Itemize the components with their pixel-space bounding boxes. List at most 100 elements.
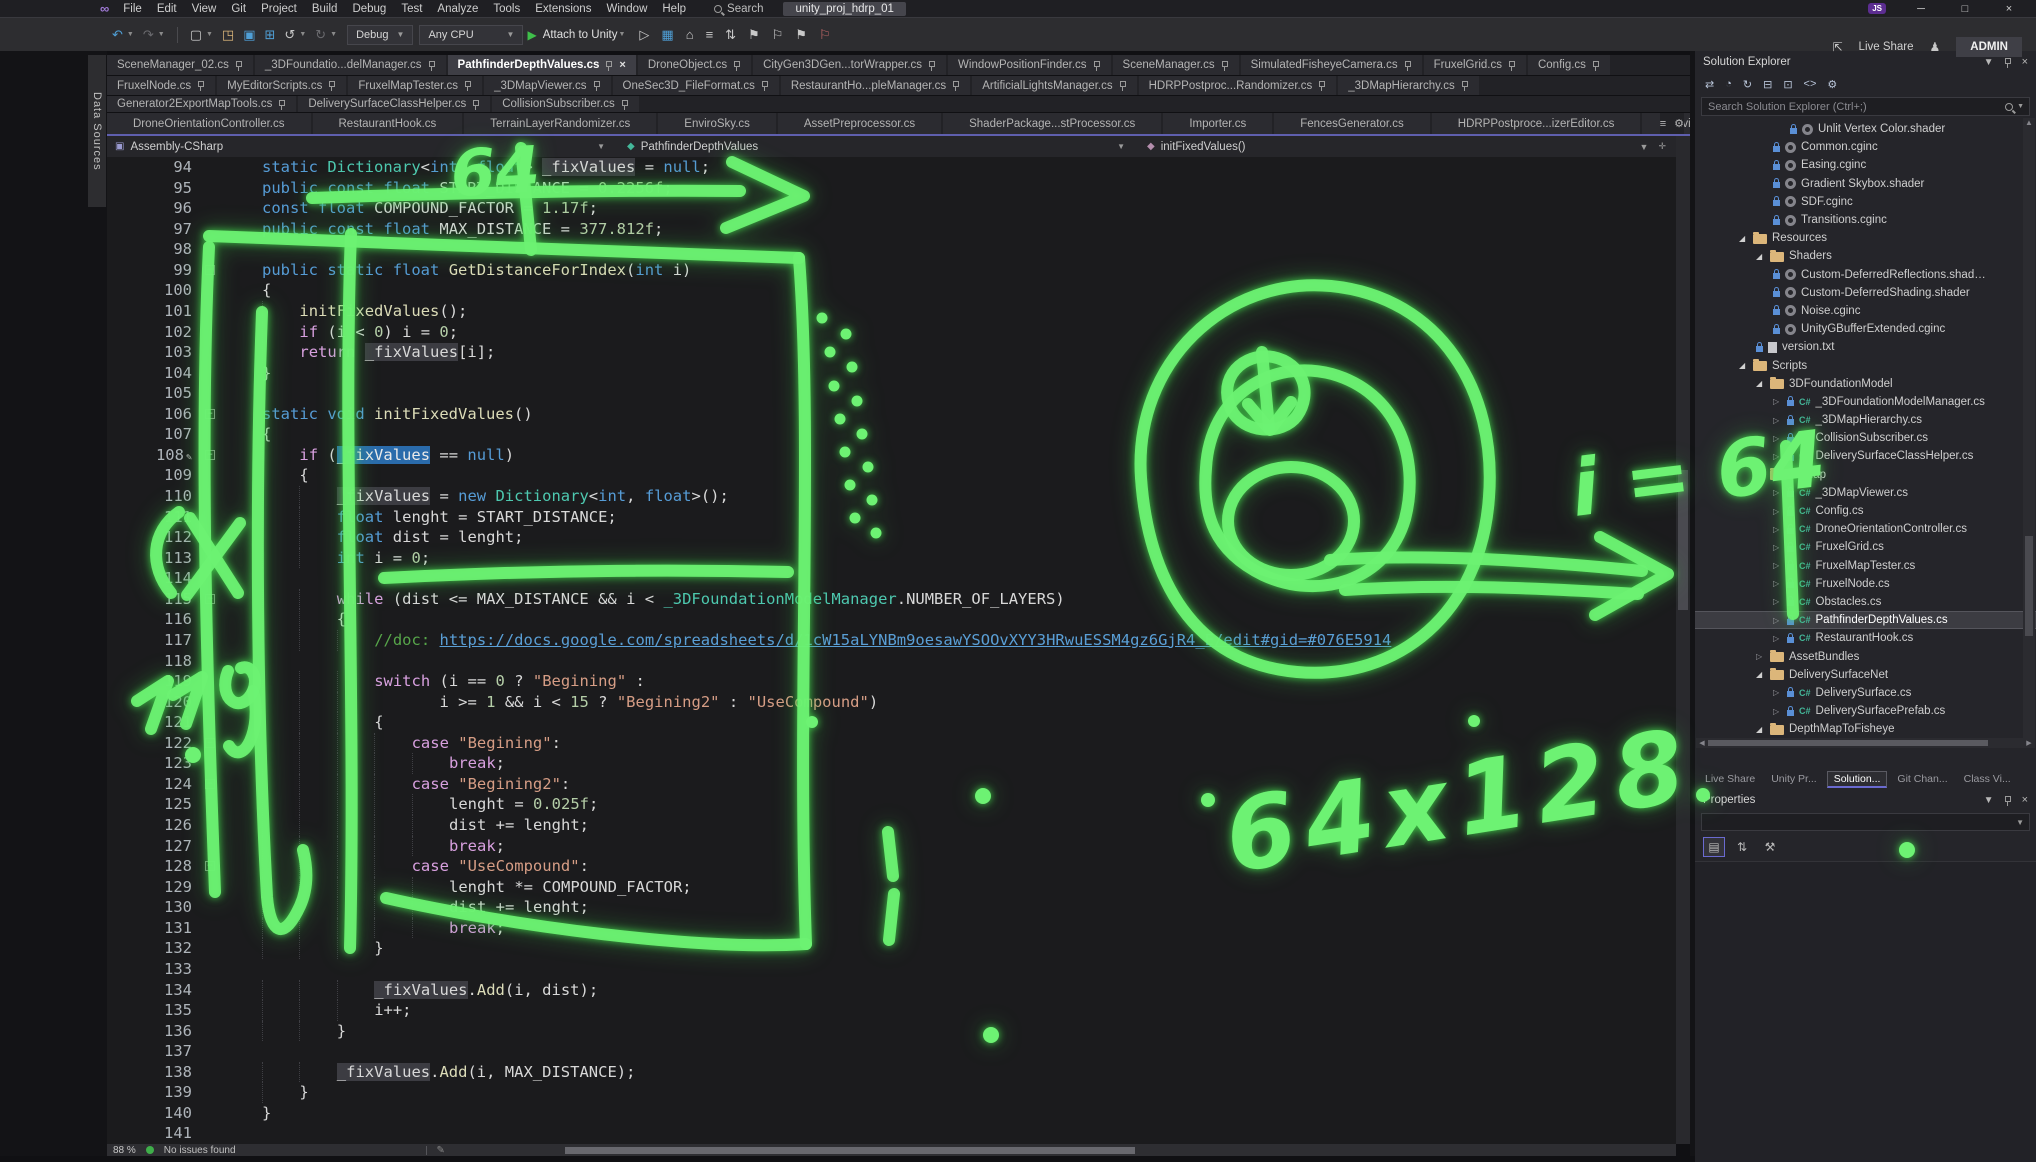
menu-git[interactable]: Git <box>231 3 246 15</box>
properties-tool-icon[interactable]: ⚙ <box>1827 78 1837 91</box>
property-pages-icon[interactable]: ⚒ <box>1759 837 1781 857</box>
editor-vertical-scrollbar[interactable] <box>1676 136 1690 1144</box>
tab-assetpreprocessor-cs[interactable]: AssetPreprocessor.cs <box>778 113 941 134</box>
tab-windowpositionfinder-cs[interactable]: WindowPositionFinder.cs <box>948 55 1110 75</box>
breadcrumb-member[interactable]: ◆ initFixedValues() <box>1139 136 1639 157</box>
sync-with-active-document-icon[interactable]: ⇄ <box>1705 78 1714 91</box>
expander-open-icon[interactable]: ◢ <box>1756 379 1765 388</box>
expander-closed-icon[interactable]: ▷ <box>1773 507 1782 516</box>
tree-item-sdf-cginc[interactable]: SDF.cginc <box>1695 193 2036 211</box>
tree-item-depthmaptofisheye[interactable]: ◢DepthMapToFisheye <box>1695 720 2036 738</box>
tab-config-cs[interactable]: Config.cs <box>1528 55 1610 75</box>
tab-fruxelnode-cs[interactable]: FruxelNode.cs <box>107 76 215 95</box>
tab-deliverysurfaceclasshelper-cs[interactable]: DeliverySurfaceClassHelper.cs <box>298 96 490 112</box>
expander-open-icon[interactable]: ◢ <box>1756 470 1765 479</box>
bookmark-next-icon[interactable]: ⚑ <box>795 28 807 41</box>
editor-horizontal-scrollbar-thumb[interactable] <box>565 1147 1135 1154</box>
tree-item-deliverysurface-cs[interactable]: ▷C#DeliverySurface.cs <box>1695 684 2036 702</box>
tree-hscrollbar-thumb[interactable] <box>1708 740 1988 746</box>
tree-item-obstacles-cs[interactable]: ▷C#Obstacles.cs <box>1695 593 2036 611</box>
nav-forward-icon[interactable]: ↷ <box>143 28 154 41</box>
doc-link[interactable]: https://docs.google.com/spreadsheets/d/1… <box>440 631 1392 649</box>
tree-item-easing-cginc[interactable]: Easing.cginc <box>1695 156 2036 174</box>
minimize-button[interactable]: ─ <box>1912 3 1930 15</box>
fold-toggle[interactable]: − <box>205 409 215 419</box>
close-icon[interactable]: × <box>2022 56 2028 68</box>
tree-item-fruxelmaptester-cs[interactable]: ▷C#FruxelMapTester.cs <box>1695 557 2036 575</box>
menu-view[interactable]: View <box>192 3 217 15</box>
fold-toggle[interactable]: − <box>205 861 215 871</box>
menu-window[interactable]: Window <box>606 3 647 15</box>
expander-open-icon[interactable]: ◢ <box>1739 361 1748 370</box>
pin-icon[interactable] <box>1318 80 1326 91</box>
pin-icon[interactable] <box>1221 60 1229 71</box>
pin-icon[interactable] <box>278 99 286 110</box>
tab-shaderpackage-stprocessor-cs[interactable]: ShaderPackage...stProcessor.cs <box>943 113 1161 134</box>
pin-icon[interactable] <box>1404 60 1412 71</box>
tree-item-3dfoundationmodel[interactable]: ◢3DFoundationModel <box>1695 375 2036 393</box>
expander-closed-icon[interactable]: ▷ <box>1773 397 1782 406</box>
live-share-button[interactable]: Live Share <box>1859 41 1914 53</box>
pin-icon[interactable] <box>928 60 936 71</box>
tab-droneobject-cs[interactable]: DroneObject.cs <box>638 55 751 75</box>
tree-item-config-cs[interactable]: ▷C#Config.cs <box>1695 502 2036 520</box>
tree-item-shaders[interactable]: ◢Shaders <box>1695 247 2036 265</box>
tab--3dfoundatio-delmanager-cs[interactable]: _3DFoundatio...delManager.cs <box>255 55 446 75</box>
nav-back-icon[interactable]: ↶ <box>112 28 123 41</box>
pin-icon[interactable] <box>464 80 472 91</box>
tab-restaurantho-plemanager-cs[interactable]: RestaurantHo...pleManager.cs <box>781 76 970 95</box>
close-icon[interactable]: × <box>619 59 625 71</box>
tree-item-fruxelnode-cs[interactable]: ▷C#FruxelNode.cs <box>1695 575 2036 593</box>
zoom-level-control[interactable]: 88 % <box>113 1145 136 1156</box>
tree-item-3dmap[interactable]: ◢3DMap <box>1695 466 2036 484</box>
tab-fruxelmaptester-cs[interactable]: FruxelMapTester.cs <box>348 76 482 95</box>
alphabetical-icon[interactable]: ⇅ <box>1731 837 1753 857</box>
tab-hdrppostproce-izereditor-cs[interactable]: HDRPPostproce...izerEditor.cs <box>1432 113 1641 134</box>
properties-object-combobox[interactable]: ▼ <box>1701 813 2030 831</box>
menu-file[interactable]: File <box>123 3 142 15</box>
tree-item-unitygbufferextended-cginc[interactable]: UnityGBufferExtended.cginc <box>1695 320 2036 338</box>
expander-closed-icon[interactable]: ▷ <box>1773 488 1782 497</box>
tree-item-noise-cginc[interactable]: Noise.cginc <box>1695 302 2036 320</box>
tree-scrollbar-thumb[interactable] <box>2025 536 2033 636</box>
expander-closed-icon[interactable]: ▷ <box>1773 416 1782 425</box>
expander-open-icon[interactable]: ◢ <box>1756 670 1765 679</box>
panel-tab-live-share[interactable]: Live Share <box>1699 772 1761 786</box>
tree-vertical-scrollbar[interactable]: ▲ <box>2023 118 2035 738</box>
pending-changes-filter-icon[interactable]: ◔ <box>1725 78 1732 90</box>
close-button[interactable]: × <box>2000 3 2018 15</box>
pin-icon[interactable] <box>605 60 613 71</box>
maximize-button[interactable]: □ <box>1956 3 1974 15</box>
tree-item-deliverysurfaceclasshelper-cs[interactable]: ▷C#DeliverySurfaceClassHelper.cs <box>1695 447 2036 465</box>
tab-settings-icon[interactable]: ⚙ <box>1674 117 1684 130</box>
new-file-icon[interactable]: ▢ <box>190 28 202 41</box>
chevron-down-icon[interactable]: ▼ <box>1984 57 1994 68</box>
tree-item-transitions-cginc[interactable]: Transitions.cginc <box>1695 211 2036 229</box>
pin-icon[interactable] <box>2004 57 2012 68</box>
close-icon[interactable]: × <box>2022 794 2028 806</box>
refresh-icon[interactable]: ↻ <box>1743 78 1752 91</box>
editor-vertical-scrollbar-thumb[interactable] <box>1678 470 1688 610</box>
tab-fruxelgrid-cs[interactable]: FruxelGrid.cs <box>1424 55 1526 75</box>
titlebar-search[interactable]: Search <box>714 3 763 15</box>
tree-item-assetbundles[interactable]: ▷AssetBundles <box>1695 647 2036 665</box>
fold-toggle[interactable]: − <box>205 450 215 460</box>
solution-explorer-search[interactable]: ▼ <box>1701 97 2030 116</box>
pin-icon[interactable] <box>197 80 205 91</box>
chevron-down-icon[interactable]: ▼ <box>1984 795 1994 806</box>
save-all-icon[interactable]: ⊞ <box>265 28 276 41</box>
bookmark-clear-icon[interactable]: ⚐ <box>819 28 831 41</box>
tab-artificiallightsmanager-cs[interactable]: ArtificialLightsManager.cs <box>972 76 1136 95</box>
scroll-right-icon[interactable]: ▶ <box>2023 739 2035 747</box>
attach-to-unity-button[interactable]: ▶ Attach to Unity ▼ <box>527 28 625 42</box>
pin-icon[interactable] <box>733 60 741 71</box>
menu-debug[interactable]: Debug <box>352 3 386 15</box>
menu-help[interactable]: Help <box>662 3 686 15</box>
tree-horizontal-scrollbar[interactable]: ◀ ▶ <box>1696 738 2035 748</box>
platform-dropdown[interactable]: Any CPU ▼ <box>419 25 523 45</box>
tree-item--3dmapviewer-cs[interactable]: ▷C#_3DMapViewer.cs <box>1695 484 2036 502</box>
expander-closed-icon[interactable]: ▷ <box>1773 597 1782 606</box>
tab--3dmaphierarchy-cs[interactable]: _3DMapHierarchy.cs <box>1338 76 1479 95</box>
debug-target-dropdown[interactable]: Debug ▼ <box>347 25 413 45</box>
tab-generator2exportmaptools-cs[interactable]: Generator2ExportMapTools.cs <box>107 96 296 112</box>
